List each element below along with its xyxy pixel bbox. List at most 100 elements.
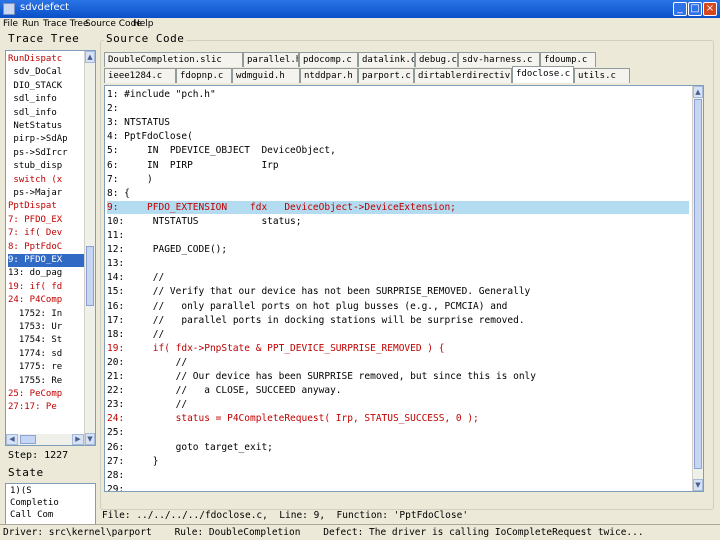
line-number: 3: [107, 117, 119, 129]
menu-bar: File Run Trace Tree Source Code Help [0, 18, 720, 30]
tab-ieee1284-c[interactable]: ieee1284.c [104, 68, 176, 83]
line-code: PAGED_CODE(); [124, 244, 228, 256]
code-line[interactable]: 22: // a CLOSE, SUCCEED anyway. [107, 384, 689, 397]
trace-tree-item[interactable]: DIO_STACK [8, 80, 84, 93]
menu-file[interactable]: File [3, 18, 18, 30]
close-button[interactable]: × [703, 2, 717, 16]
hscroll-thumb[interactable] [20, 435, 36, 444]
trace-tree-vscrollbar[interactable]: ▲ ▼ [84, 51, 95, 445]
trace-tree-item[interactable]: 19: if( fd [8, 281, 84, 294]
trace-tree-item[interactable]: 1754: St [8, 334, 84, 347]
tab-parport-c[interactable]: parport.c [358, 68, 414, 83]
line-number: 10: [107, 215, 125, 227]
code-line[interactable]: 25: [107, 426, 689, 439]
trace-tree-item[interactable]: sdv_DoCal [8, 66, 84, 79]
code-line[interactable]: 17: // parallel ports in docking station… [107, 314, 689, 327]
code-line[interactable]: 5: IN PDEVICE_OBJECT DeviceObject, [107, 144, 689, 157]
maximize-button[interactable]: □ [688, 2, 702, 16]
menu-help[interactable]: Help [133, 18, 154, 30]
trace-tree-item[interactable]: 7: if( Dev [8, 227, 84, 240]
trace-tree-item[interactable]: 1774: sd [8, 348, 84, 361]
trace-tree-item[interactable]: sdl_info [8, 107, 84, 120]
code-viewer[interactable]: ▲ ▼ 1: #include "pch.h" 2: 3: NTSTATUS 4: P… [104, 85, 704, 492]
tab-pdocomp-c[interactable]: pdocomp.c [299, 52, 358, 67]
code-line[interactable]: 23: // [107, 398, 689, 411]
tab-ntddpar-h[interactable]: ntddpar.h [300, 68, 358, 83]
menu-trace-tree[interactable]: Trace Tree [43, 18, 89, 30]
tab-debug-c[interactable]: debug.c [415, 52, 458, 67]
tab-dirtablerdirectiv[interactable]: dirtablerdirectiv [414, 68, 512, 83]
tab-sdv-harness-c[interactable]: sdv-harness.c [458, 52, 540, 67]
code-line[interactable]: 3: NTSTATUS [107, 116, 689, 129]
menu-run[interactable]: Run [22, 18, 39, 30]
code-line[interactable]: 10: NTSTATUS status; [107, 215, 689, 228]
code-scroll-up-icon[interactable]: ▲ [693, 86, 703, 98]
state-panel[interactable]: 1)(S Completio Call Com [5, 483, 96, 525]
code-scroll-thumb[interactable] [694, 99, 702, 469]
code-line[interactable]: 16: // only parallel ports on hot plug b… [107, 300, 689, 313]
code-line[interactable]: 29: [107, 483, 689, 491]
code-line[interactable]: 13: [107, 257, 689, 270]
minimize-button[interactable]: _ [673, 2, 687, 16]
trace-tree-item[interactable]: stub_disp [8, 160, 84, 173]
code-line[interactable]: 28: [107, 469, 689, 482]
code-line[interactable]: 11: [107, 229, 689, 242]
scroll-up-arrow-icon[interactable]: ▲ [85, 51, 95, 63]
trace-tree-item[interactable]: switch (x [8, 174, 84, 187]
code-line[interactable]: 19: if( fdx->PnpState & PPT_DEVICE_SURPR… [107, 342, 689, 355]
trace-tree-item[interactable]: 24: P4Comp [8, 294, 84, 307]
code-line[interactable]: 9: PFDO_EXTENSION fdx DeviceObject->Devi… [107, 200, 689, 214]
tab-datalink-c[interactable]: datalink.c [358, 52, 415, 67]
tab-utils-c[interactable]: utils.c [574, 68, 630, 83]
trace-tree-item[interactable]: 27:17: Pe [8, 401, 84, 414]
trace-tree-item[interactable]: 9: PFDO_EX [8, 254, 84, 267]
trace-tree-item[interactable]: 13: do_pag [8, 267, 84, 280]
trace-tree-item[interactable]: sdl_info [8, 93, 84, 106]
code-line[interactable]: 7: ) [107, 173, 689, 186]
code-line[interactable]: 6: IN PIRP Irp [107, 159, 689, 172]
tab-wdmguid-h[interactable]: wdmguid.h [232, 68, 300, 83]
trace-tree-item[interactable]: 1775: re [8, 361, 84, 374]
trace-tree-item[interactable]: pirp->SdAp [8, 133, 84, 146]
tab-parallel-h[interactable]: parallel.h [243, 52, 299, 67]
tab-fdoclose-c[interactable]: fdoclose.c [512, 66, 574, 83]
trace-tree-item[interactable]: NetStatus [8, 120, 84, 133]
code-line[interactable]: 18: // [107, 328, 689, 341]
trace-tree-hscrollbar[interactable]: ◀ ▶ [6, 434, 84, 445]
trace-tree-item[interactable]: 8: PptFdoC [8, 241, 84, 254]
code-line[interactable]: 2: [107, 102, 689, 115]
tab-doublecompletion-slic[interactable]: DoubleCompletion.slic [104, 52, 243, 67]
trace-tree-item[interactable]: ps->SdIrcr [8, 147, 84, 160]
trace-tree[interactable]: ▲ ▼ ◀ ▶ RunDispatc sdv_DoCal DIO_STACK s… [5, 50, 96, 446]
code-line[interactable]: 21: // Our device has been SURPRISE remo… [107, 370, 689, 383]
code-line[interactable]: 27: } [107, 455, 689, 468]
trace-tree-item[interactable]: ps->Majar [8, 187, 84, 200]
code-line[interactable]: 14: // [107, 271, 689, 284]
code-line[interactable]: 4: PptFdoClose( [107, 130, 689, 143]
line-code: { [118, 187, 130, 199]
trace-tree-item[interactable]: 7: PFDO_EX [8, 214, 84, 227]
code-line[interactable]: 12: PAGED_CODE(); [107, 243, 689, 256]
code-scroll-down-icon[interactable]: ▼ [693, 479, 703, 491]
code-line[interactable]: 8: { [107, 187, 689, 200]
trace-tree-item[interactable]: 25: PeComp [8, 388, 84, 401]
trace-tree-item[interactable]: 1753: Ur [8, 321, 84, 334]
code-line[interactable]: 26: goto target_exit; [107, 441, 689, 454]
scroll-right-arrow-icon[interactable]: ▶ [72, 434, 84, 445]
tab-fdopnp-c[interactable]: fdopnp.c [176, 68, 232, 83]
trace-tree-item[interactable]: RunDispatc [8, 53, 84, 66]
code-line[interactable]: 20: // [107, 356, 689, 369]
line-number: 18: [107, 328, 125, 340]
scroll-thumb[interactable] [86, 246, 94, 306]
trace-tree-item[interactable]: PptDispat [8, 200, 84, 213]
code-line[interactable]: 1: #include "pch.h" [107, 88, 689, 101]
code-vscrollbar[interactable]: ▲ ▼ [692, 86, 703, 491]
scroll-down-arrow-icon[interactable]: ▼ [85, 433, 95, 445]
scroll-left-arrow-icon[interactable]: ◀ [6, 434, 18, 445]
line-number: 27: [107, 455, 125, 467]
code-line[interactable]: 15: // Verify that our device has not be… [107, 285, 689, 298]
tab-fdoump-c[interactable]: fdoump.c [540, 52, 596, 67]
code-line[interactable]: 24: status = P4CompleteRequest( Irp, STA… [107, 412, 689, 425]
trace-tree-item[interactable]: 1752: In [8, 308, 84, 321]
trace-tree-item[interactable]: 1755: Re [8, 375, 84, 388]
